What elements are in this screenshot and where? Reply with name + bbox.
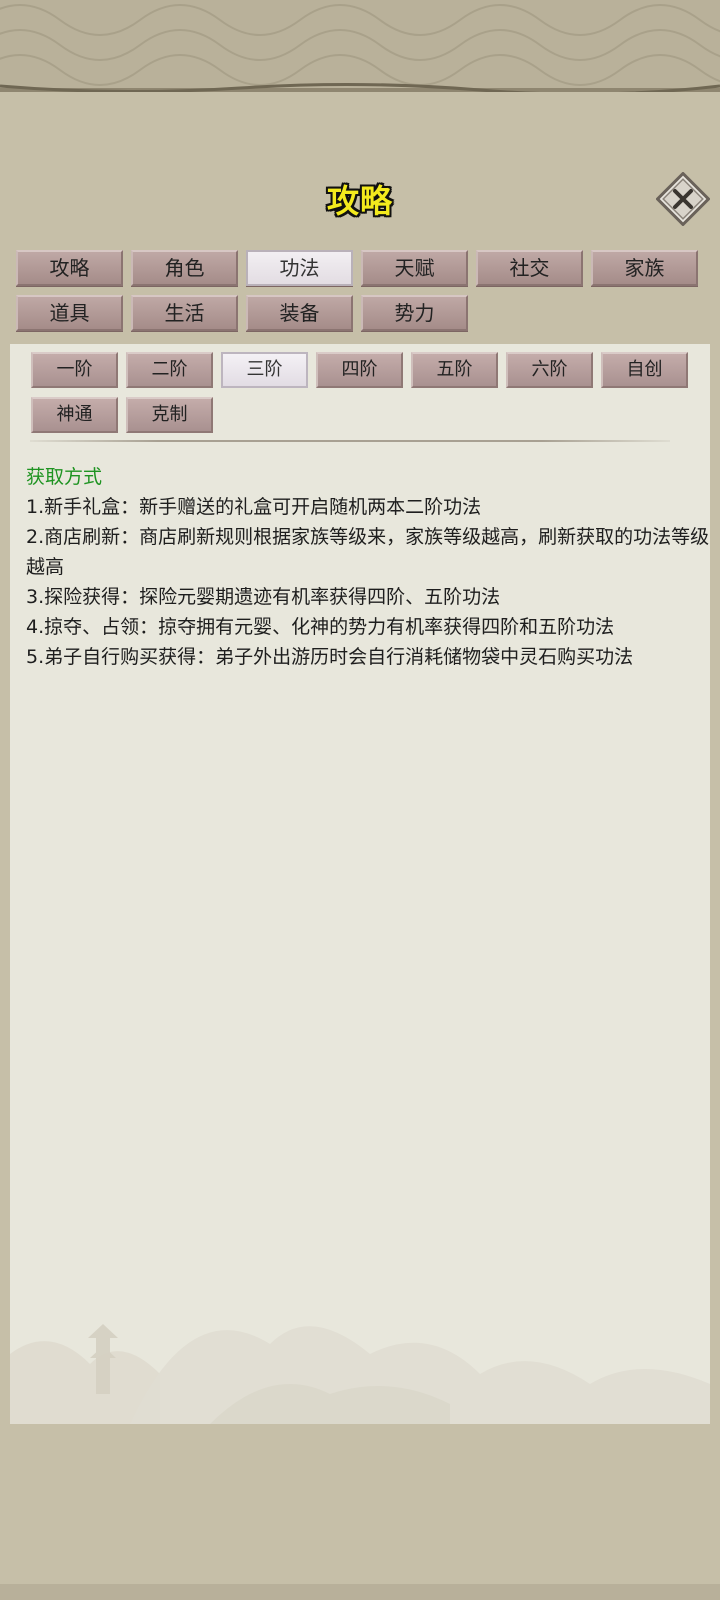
tab-talent[interactable]: 天赋	[361, 250, 468, 286]
bottom-decoration	[0, 1584, 720, 1600]
page-title: 攻略	[326, 182, 393, 220]
mountain-illustration	[10, 1324, 710, 1424]
tab-equipment[interactable]: 装备	[246, 295, 353, 331]
close-button[interactable]	[655, 171, 711, 227]
tab-techniques[interactable]: 功法	[246, 250, 353, 286]
subtab-tier-1[interactable]: 一阶	[31, 352, 118, 388]
section-heading: 获取方式	[26, 466, 103, 488]
tab-items[interactable]: 道具	[16, 295, 123, 331]
guide-line: 1.新手礼盒：新手赠送的礼盒可开启随机两本二阶功法	[26, 496, 482, 518]
top-decoration	[0, 0, 720, 100]
tab-social[interactable]: 社交	[476, 250, 583, 286]
subtab-counter[interactable]: 克制	[126, 397, 213, 433]
content-area: 一阶 二阶 三阶 四阶 五阶 六阶 自创 神通 克制 获取方式 1.新手礼盒：新…	[10, 344, 710, 1424]
subtab-tier-5[interactable]: 五阶	[411, 352, 498, 388]
subtab-tier-2[interactable]: 二阶	[126, 352, 213, 388]
guide-line: 2.商店刷新：商店刷新规则根据家族等级来，家族等级越高，刷新获取的功法等级越高	[26, 526, 710, 578]
guide-line: 3.探险获得：探险元婴期遗迹有机率获得四阶、五阶功法	[26, 586, 501, 608]
guide-line: 4.掠夺、占领：掠夺拥有元婴、化神的势力有机率获得四阶和五阶功法	[26, 616, 615, 638]
guide-text: 获取方式 1.新手礼盒：新手赠送的礼盒可开启随机两本二阶功法 2.商店刷新：商店…	[26, 462, 710, 672]
tab-life[interactable]: 生活	[131, 295, 238, 331]
divider	[30, 440, 670, 442]
tab-family[interactable]: 家族	[591, 250, 698, 286]
cloud-pattern	[0, 4, 720, 100]
tab-faction[interactable]: 势力	[361, 295, 468, 331]
tab-character[interactable]: 角色	[131, 250, 238, 286]
subtab-tier-4[interactable]: 四阶	[316, 352, 403, 388]
tab-guide[interactable]: 攻略	[16, 250, 123, 286]
guide-line: 5.弟子自行购买获得：弟子外出游历时会自行消耗储物袋中灵石购买功法	[26, 646, 634, 668]
subtab-tier-3[interactable]: 三阶	[221, 352, 308, 388]
subtab-custom[interactable]: 自创	[601, 352, 688, 388]
subtab-divine[interactable]: 神通	[31, 397, 118, 433]
subtab-tier-6[interactable]: 六阶	[506, 352, 593, 388]
close-icon	[655, 171, 711, 227]
